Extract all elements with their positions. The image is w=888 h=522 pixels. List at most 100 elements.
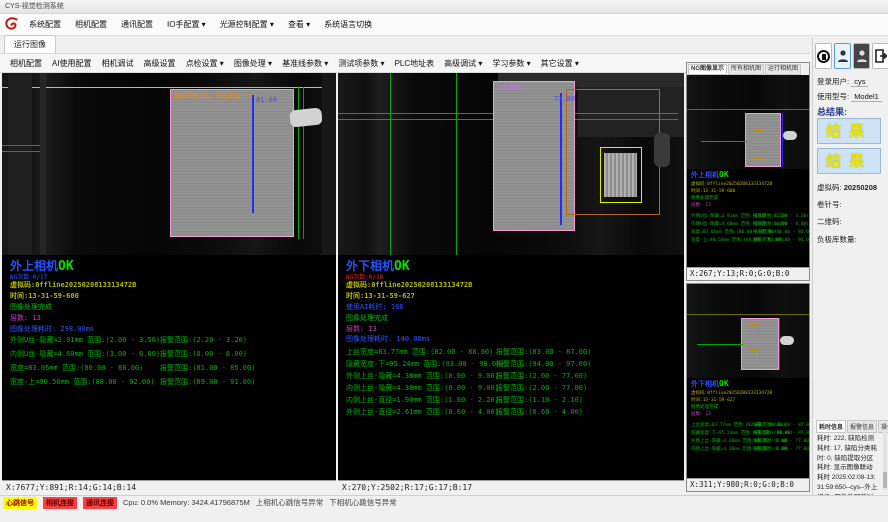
tool-image-process[interactable]: 图像处理 ▾: [230, 56, 276, 71]
tab-blob: [780, 336, 794, 345]
layers-line: 层数: 13: [346, 324, 377, 334]
tool-advanced-settings[interactable]: 高级设置: [140, 56, 180, 71]
heartbeat-status-badge: 心跳信号: [3, 497, 37, 509]
pause-button[interactable]: [815, 43, 832, 69]
tab-ng-image[interactable]: NG图像显示: [688, 64, 727, 75]
status-bar: 心跳信号 相机连接 通讯连接 Cpu: 0.0% Memory: 3424.41…: [0, 495, 888, 509]
result-panel-outer-lower: 外下相机OK NG次数:0/10 虚拟码:0ffline202502081331…: [338, 255, 684, 480]
menu-io-config[interactable]: IO手配置 ▾: [162, 16, 211, 33]
threshold-overlay-text: 静态阈值:93, 动态阈值:100: [174, 91, 255, 100]
time-line: 时间:13-31-59-600: [10, 291, 79, 301]
tool-plc-address[interactable]: PLC地址表: [391, 56, 439, 71]
tool-camera-debug[interactable]: 相机调试: [98, 56, 138, 71]
tool-test-params[interactable]: 测试项参数 ▾: [334, 56, 388, 71]
menu-comm-config[interactable]: 通讯配置: [116, 16, 158, 33]
log-tab-elapsed[interactable]: 耗时信息: [816, 420, 846, 433]
edge-line-green: [456, 73, 457, 255]
user-login-button[interactable]: [834, 43, 851, 69]
baseline-olive: [687, 314, 809, 315]
elapsed-line: 图像处理耗时: 298.00ms: [10, 324, 94, 334]
camera-view-outer-upper: 静态阈值:93, 动态阈值:100 81.08 外上相机OK NG次数:0/17…: [2, 73, 336, 494]
upper-camera-heartbeat-warning: 上相机心跳信号异常: [256, 497, 324, 508]
process-done-line: 图像处理完成: [10, 302, 52, 312]
measure-line-blue: [779, 318, 780, 370]
virtual-code-label: 虚拟码:: [817, 183, 842, 192]
needle-number-label: 卷针号:: [817, 199, 842, 210]
brand-swirl-icon: [3, 16, 20, 33]
tool-ai-config[interactable]: AI使用配置: [48, 56, 96, 71]
separator-film-roi: [741, 318, 779, 370]
camera-image-outer-lower[interactable]: AI检测框 73.80: [338, 73, 684, 255]
user-icon: [837, 49, 849, 63]
window-titlebar: CYS-视觉检测系统: [0, 0, 888, 14]
result-panel-outer-upper: 外上相机OK NG次数:0/17 虚拟码:0ffline202502081331…: [2, 255, 336, 480]
result-status: OK: [394, 259, 410, 274]
tool-other-settings[interactable]: 其它设置 ▾: [537, 56, 583, 71]
log-scrollbar[interactable]: [883, 432, 887, 490]
separator-film-roi: [170, 89, 294, 237]
thumbnail-image-bottom[interactable]: [687, 284, 809, 378]
measure-line-blue: [560, 93, 562, 225]
log-tab-alarm[interactable]: 报警信息: [847, 420, 877, 433]
measure-row: 上丝宽度=83.77mm 范围:(82.00 - 88.00)报警范围:(83.…: [346, 347, 666, 357]
detect-box-orange: [753, 147, 764, 159]
exit-button[interactable]: [872, 43, 888, 69]
measure-row: 内侧U丝-隐藏=4.60mm 范围:(3.00 - 6.00)报警范围:(0.0…: [10, 349, 330, 359]
tool-advanced-debug[interactable]: 高级调试 ▾: [440, 56, 486, 71]
camera-name: 外上相机: [10, 259, 58, 273]
detect-box-orange: [753, 119, 764, 131]
user-settings-button[interactable]: [853, 43, 870, 69]
camera-image-outer-upper[interactable]: 静态阈值:93, 动态阈值:100 81.08: [2, 73, 336, 255]
menu-language-switch[interactable]: 系统语言切换: [319, 16, 377, 33]
measure-line-blue: [782, 113, 783, 167]
result-box-lower: 结果: [817, 148, 881, 174]
tab-all-cameras[interactable]: 所有相机图: [728, 64, 764, 75]
login-user-label: 登录用户:: [817, 77, 849, 86]
measure-row: 外侧上丝-直径=2.61mm 范围:(0.60 - 4.00)报警范围:(0.6…: [346, 407, 666, 417]
tab-run-image[interactable]: 运行图像: [4, 35, 56, 53]
process-done-line: 图像处理完成: [346, 313, 388, 323]
thumbnail-panel-bottom: 外下相机OK 虚拟码:0ffline2025020813313472B 时间:1…: [686, 283, 810, 492]
model-label: 使用型号:: [817, 92, 849, 101]
stock-count-label: 负极库数量:: [817, 234, 857, 245]
measure-row: 内侧上丝-直径=1.90mm 范围:(1.00 - 2.20)报警范围:(1.1…: [346, 395, 666, 405]
tab-run-cameras[interactable]: 运行相机图: [765, 64, 801, 75]
tool-spot-check[interactable]: 点检设置 ▾: [182, 56, 228, 71]
menu-system-config[interactable]: 系统配置: [24, 16, 66, 33]
thumbnail-image-top[interactable]: [687, 75, 809, 169]
menu-view[interactable]: 查看 ▾: [283, 16, 315, 33]
machine-band: [40, 73, 46, 255]
result-status: OK: [58, 259, 74, 274]
menu-light-config[interactable]: 光源控制配置 ▾: [215, 16, 279, 33]
measure-line-blue: [252, 95, 254, 213]
sidebar-button-row: [815, 43, 888, 69]
tab-blob: [783, 131, 797, 140]
tab-strip: 运行图像: [0, 36, 810, 54]
measure-row: 隐藏宽度-下=95.24mm 范围:(93.00 - 98.00)报警范围:(9…: [346, 359, 666, 369]
measure-row: 内侧上丝-隐藏=4.38mm 范围:(0.00 - 9.00)报警范围:(2.0…: [346, 383, 666, 393]
baseline-olive: [687, 109, 809, 110]
elapsed-line: 图像处理耗时: 140.00ms: [346, 334, 430, 344]
total-result-label: 总结果:: [817, 105, 847, 118]
tool-camera-config[interactable]: 相机配置: [6, 56, 46, 71]
measure-row: 外侧U丝-隐藏=2.91mm 范围:(2.00 - 3.50)报警范围:(2.2…: [10, 335, 330, 345]
lower-camera-heartbeat-warning: 下相机心跳信号异常: [329, 497, 397, 508]
tool-baseline-params[interactable]: 基准线参数 ▾: [278, 56, 332, 71]
ref-line-green: [701, 141, 747, 142]
menu-camera-config[interactable]: 相机配置: [70, 16, 112, 33]
detect-box-orange: [749, 324, 760, 336]
camera-name: 外下相机: [346, 259, 394, 273]
ref-line-green: [2, 145, 40, 146]
virtual-code-value: 20250208: [844, 183, 877, 192]
barcode-line: 虚拟码:0ffline2025020813313472B: [346, 280, 472, 290]
ref-line-green: [2, 151, 40, 152]
edge-line-green: [390, 73, 391, 255]
tool-learn-params[interactable]: 学习参数 ▾: [488, 56, 534, 71]
qr-code-label: 二维码:: [817, 216, 842, 227]
ai-elapsed-line: 使用AI耗时: 166: [346, 302, 404, 312]
coordinate-readout: X:267;Y:13;R:0;G:0;B:0: [687, 267, 809, 280]
pause-icon: [817, 50, 830, 63]
thumbnail-tabs: NG图像显示 所有相机图 运行相机图: [687, 63, 809, 75]
result-box-upper: 结果: [817, 118, 881, 144]
ai-box-label: AI检测框: [496, 83, 521, 92]
